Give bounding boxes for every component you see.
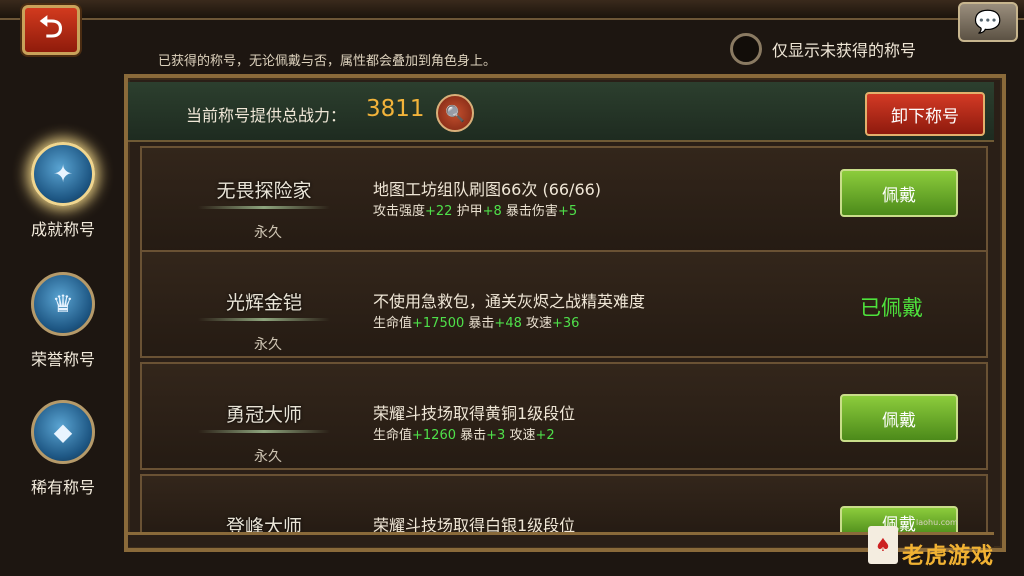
attr-key: 暴击伤害 xyxy=(505,204,558,219)
title-badge: 光辉金铠 xyxy=(178,288,350,321)
total-power-label: 当前称号提供总战力： xyxy=(186,106,347,125)
attr-value: +17500 xyxy=(412,316,465,331)
badge-ornament xyxy=(198,430,330,433)
title-badge: 勇冠大师 xyxy=(178,400,350,433)
tab-rare-titles[interactable]: ◆ 稀有称号 xyxy=(18,400,108,498)
attr-value: +2 xyxy=(535,428,555,443)
attr-value: +36 xyxy=(552,316,580,331)
panel-bottom-border xyxy=(128,532,994,547)
achievement-medal-icon: ✦ xyxy=(31,142,95,206)
title-attributes: 生命值+1260 暴击+3 攻速+2 xyxy=(373,424,555,443)
tiger-card-logo-icon: ♠ xyxy=(868,526,898,564)
watermark-site: laohu.com xyxy=(916,518,958,527)
toggle-label: 仅显示未获得的称号 xyxy=(772,41,917,60)
tab-label: 稀有称号 xyxy=(30,478,95,497)
back-button[interactable]: ⮌ xyxy=(22,5,80,55)
total-power-value: 3811 xyxy=(366,96,425,122)
equip-button[interactable]: 佩戴 xyxy=(840,394,958,442)
attr-value: +8 xyxy=(482,204,502,219)
chat-bubble-icon: 💬 xyxy=(974,9,1002,35)
show-unobtained-toggle[interactable]: 仅显示未获得的称号 xyxy=(730,33,917,65)
title-name: 光辉金铠 xyxy=(225,292,302,314)
attr-value: +5 xyxy=(557,204,578,219)
magnifier-icon: 🔍 xyxy=(445,103,465,123)
title-condition: 地图工坊组队刷图66次 (66/66) xyxy=(373,180,602,199)
equipped-status: 已佩戴 xyxy=(860,296,923,320)
title-condition: 荣耀斗技场取得黄铜1级段位 xyxy=(373,404,576,423)
power-detail-button[interactable]: 🔍 xyxy=(436,94,474,132)
equip-button[interactable]: 佩戴 xyxy=(840,169,958,217)
attr-key: 暴击 xyxy=(460,428,487,443)
title-duration: 永久 xyxy=(254,337,282,353)
badge-ornament xyxy=(198,206,330,209)
attr-key: 护甲 xyxy=(456,204,483,219)
attr-value: +48 xyxy=(494,316,522,331)
attr-key: 暴击 xyxy=(468,316,495,331)
attr-value: +3 xyxy=(486,428,506,443)
top-bar xyxy=(0,0,1024,20)
title-hint-text: 已获得的称号，无论佩戴与否，属性都会叠加到角色身上。 xyxy=(158,54,497,69)
title-name: 勇冠大师 xyxy=(225,404,302,426)
tab-honor-titles[interactable]: ♛ 荣誉称号 xyxy=(18,272,108,370)
toggle-radio[interactable] xyxy=(730,33,762,65)
attr-key: 攻击强度 xyxy=(373,204,426,219)
title-duration: 永久 xyxy=(254,225,282,241)
unequip-title-button[interactable]: 卸下称号 xyxy=(865,92,985,136)
title-attributes: 生命值+17500 暴击+48 攻速+36 xyxy=(373,312,579,331)
tab-label: 荣誉称号 xyxy=(30,350,95,369)
title-attributes: 攻击强度+22 护甲+8 暴击伤害+5 xyxy=(373,200,577,219)
attr-key: 攻速 xyxy=(509,428,536,443)
tab-achievement-titles[interactable]: ✦ 成就称号 xyxy=(18,142,108,240)
site-watermark: ♠ laohu.com 老虎游戏 xyxy=(868,518,995,570)
title-duration: 永久 xyxy=(254,449,282,465)
badge-ornament xyxy=(198,318,330,321)
title-condition: 不使用急救包，通关灰烬之战精英难度 xyxy=(373,292,646,311)
attr-value: +22 xyxy=(425,204,453,219)
honor-crown-medal-icon: ♛ xyxy=(31,272,95,336)
attr-key: 生命值 xyxy=(373,428,413,443)
back-arrow-icon: ⮌ xyxy=(38,9,64,45)
title-badge: 无畏探险家 xyxy=(178,176,350,209)
rare-crystal-medal-icon: ◆ xyxy=(31,400,95,464)
attr-key: 攻速 xyxy=(526,316,553,331)
attr-key: 生命值 xyxy=(373,316,413,331)
attr-value: +1260 xyxy=(412,428,456,443)
watermark-name: 老虎游戏 xyxy=(902,544,995,569)
title-name: 无畏探险家 xyxy=(216,180,312,202)
chat-button[interactable]: 💬 xyxy=(958,2,1018,42)
tab-label: 成就称号 xyxy=(30,220,95,239)
